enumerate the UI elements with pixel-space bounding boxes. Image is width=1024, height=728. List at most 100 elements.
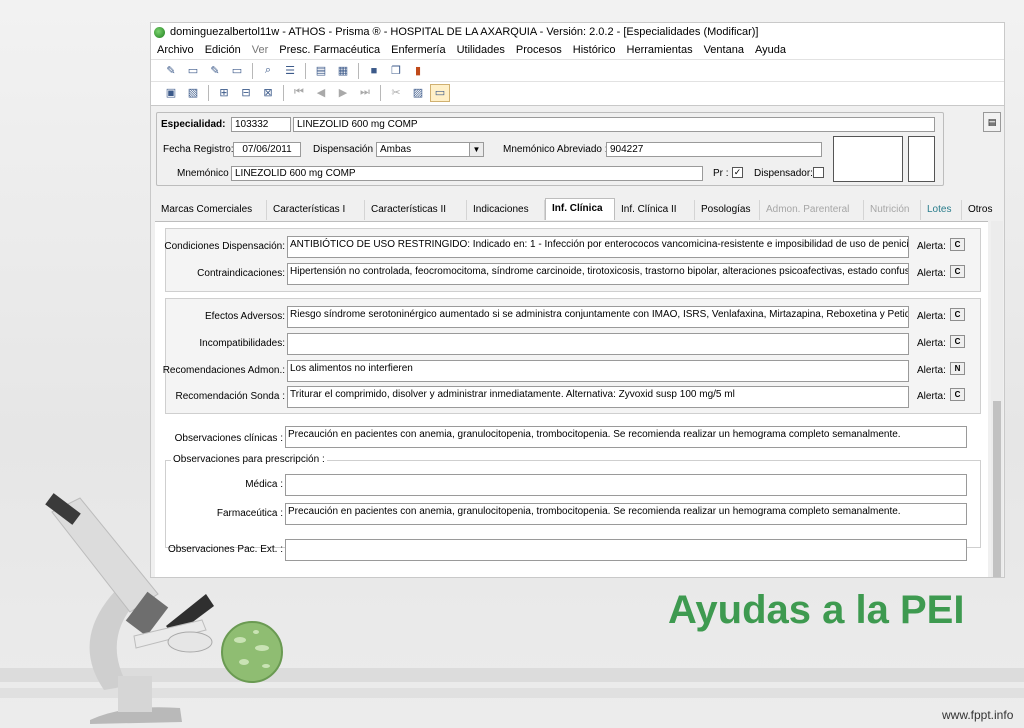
medica-field[interactable] <box>285 474 967 496</box>
folder-icon[interactable]: ▭ <box>430 83 450 102</box>
fecha-registro-field[interactable]: 07/06/2011 <box>233 142 301 157</box>
tools-icon[interactable]: ✂ <box>386 84 406 102</box>
image-icon[interactable]: ▨ <box>408 84 428 102</box>
obs-pac-ext-field[interactable] <box>285 539 967 561</box>
toolbar-separator <box>358 62 359 79</box>
menu-enfermeria[interactable]: Enfermería <box>391 44 445 56</box>
fecha-registro-label: Fecha Registro: <box>163 144 234 155</box>
tab-inf-clinica-ii[interactable]: Inf. Clínica II <box>615 200 695 220</box>
list-icon[interactable]: ☰ <box>280 62 300 80</box>
obs-clinicas-label: Observaciones clínicas : <box>174 433 283 444</box>
alert-button[interactable]: N <box>950 362 965 375</box>
field-label: Condiciones Dispensación: <box>164 241 285 252</box>
tab-caracteristicas-ii[interactable]: Características II <box>365 200 467 220</box>
menu-presc-farmaceutica[interactable]: Presc. Farmacéutica <box>279 44 380 56</box>
preview-icon[interactable]: ▤ <box>311 62 331 80</box>
farmaceutica-field[interactable]: Precaución en pacientes con anemia, gran… <box>285 503 967 525</box>
tab-lotes[interactable]: Lotes <box>921 200 962 220</box>
tab-otros[interactable]: Otros <box>962 200 992 220</box>
efectos-adversos-field[interactable]: Riesgo síndrome serotoninérgico aumentad… <box>287 306 909 328</box>
incompatibilidades-field[interactable] <box>287 333 909 355</box>
tab-caracteristicas-i[interactable]: Características I <box>267 200 365 220</box>
search-icon[interactable]: ⌕ <box>258 62 278 80</box>
tab-marcas-comerciales[interactable]: Marcas Comerciales <box>155 200 267 220</box>
dispensador-label: Dispensador: <box>754 168 813 179</box>
chevron-down-icon[interactable]: ▼ <box>469 143 483 156</box>
alert-button[interactable]: C <box>950 308 965 321</box>
dispensacion-select[interactable]: Ambas ▼ <box>376 142 484 157</box>
grid-icon[interactable]: ▦ <box>333 62 353 80</box>
tab-posologias[interactable]: Posologías <box>695 200 760 220</box>
menu-herramientas[interactable]: Herramientas <box>627 44 693 56</box>
toolbar-bottom: ▣ ▧ ⊞ ⊟ ⊠ ⏮ ◀ ▶ ⏭ ✂ ▨ ▭ <box>151 81 1004 103</box>
open-folder-icon[interactable]: ▭ <box>227 62 247 80</box>
alerta-label: Alerta: <box>917 365 946 376</box>
edit-record-icon[interactable]: ✎ <box>205 62 225 80</box>
footer-url: www.fppt.info <box>942 708 1014 722</box>
delete-row-icon[interactable]: ⊟ <box>236 84 256 102</box>
scrollbar-thumb[interactable] <box>993 401 1001 577</box>
recomendacion-sonda-field[interactable]: Triturar el comprimido, disolver y admin… <box>287 386 909 408</box>
pr-checkbox[interactable]: ✓ <box>732 167 743 178</box>
tab-indicaciones[interactable]: Indicaciones <box>467 200 545 220</box>
last-record-icon[interactable]: ⏭ <box>355 84 375 102</box>
tab-admon-parenteral[interactable]: Admon. Parenteral <box>760 200 864 220</box>
menu-utilidades[interactable]: Utilidades <box>457 44 505 56</box>
menu-archivo[interactable]: Archivo <box>157 44 194 56</box>
insert-row-icon[interactable]: ⊞ <box>214 84 234 102</box>
menu-historico[interactable]: Histórico <box>573 44 616 56</box>
toolbar-separator <box>283 84 284 101</box>
save-icon[interactable]: ▣ <box>161 84 181 102</box>
previous-record-icon[interactable]: ◀ <box>311 84 331 102</box>
contraindicaciones-field[interactable]: Hipertensión no controlada, feocromocito… <box>287 263 909 285</box>
next-record-icon[interactable]: ▶ <box>333 84 353 102</box>
print-icon[interactable]: ■ <box>364 62 384 80</box>
delete-icon[interactable]: ▧ <box>183 84 203 102</box>
menu-edicion[interactable]: Edición <box>205 44 241 56</box>
alert-button[interactable]: C <box>950 238 965 251</box>
obs-prescripcion-title: Observaciones para prescripción : <box>171 454 327 465</box>
mnemonico-field[interactable]: LINEZOLID 600 mg COMP <box>231 166 703 181</box>
especialidad-header: Especialidad: 103332 LINEZOLID 600 mg CO… <box>156 112 944 186</box>
window-title: dominguezalbertol11w - ATHOS - Prisma ® … <box>170 26 759 38</box>
row-tool-icon[interactable]: ⊠ <box>258 84 278 102</box>
dispensacion-value: Ambas <box>380 144 412 155</box>
menu-procesos[interactable]: Procesos <box>516 44 562 56</box>
clipboard-icon[interactable]: ▤ <box>983 112 1001 132</box>
vertical-scrollbar[interactable] <box>991 221 1003 577</box>
alerta-label: Alerta: <box>917 338 946 349</box>
toolbar-separator <box>252 62 253 79</box>
alert-button[interactable]: C <box>950 388 965 401</box>
condiciones-dispensacion-field[interactable]: ANTIBIÓTICO DE USO RESTRINGIDO: Indicado… <box>287 236 909 258</box>
tab-inf-clinica[interactable]: Inf. Clínica <box>545 198 615 220</box>
mnemonico-label: Mnemónico : <box>177 168 235 179</box>
mnemonico-abreviado-field[interactable]: 904227 <box>606 142 822 157</box>
recomendaciones-admon-field[interactable]: Los alimentos no interfieren <box>287 360 909 382</box>
alert-button[interactable]: C <box>950 265 965 278</box>
especialidad-label: Especialidad: <box>161 119 226 130</box>
alert-button[interactable]: C <box>950 335 965 348</box>
open-folder-icon[interactable]: ▭ <box>183 62 203 80</box>
field-label: Contraindicaciones: <box>197 268 285 279</box>
menu-ver[interactable]: Ver <box>252 44 269 56</box>
alerta-label: Alerta: <box>917 391 946 402</box>
microscope-illustration <box>45 493 283 724</box>
menu-ayuda[interactable]: Ayuda <box>755 44 786 56</box>
title-bar: dominguezalbertol11w - ATHOS - Prisma ® … <box>151 23 1004 41</box>
especialidad-code-field[interactable]: 103332 <box>231 117 291 132</box>
exit-door-icon[interactable]: ▮ <box>408 62 428 80</box>
dispensador-checkbox[interactable] <box>813 167 824 178</box>
first-record-icon[interactable]: ⏮ <box>289 84 309 102</box>
tab-nutricion[interactable]: Nutrición <box>864 200 921 220</box>
obs-clinicas-field[interactable]: Precaución en pacientes con anemia, gran… <box>285 426 967 448</box>
microscope-icon <box>45 493 214 724</box>
especialidad-name-field[interactable]: LINEZOLID 600 mg COMP <box>293 117 935 132</box>
field-label: Incompatibilidades: <box>199 338 285 349</box>
mnemonico-abreviado-label: Mnemónico Abreviado : <box>503 144 608 155</box>
new-record-icon[interactable]: ✎ <box>161 62 181 80</box>
menu-ventana[interactable]: Ventana <box>704 44 744 56</box>
image-preview-box-small <box>908 136 935 182</box>
copy-icon[interactable]: ❐ <box>386 62 406 80</box>
field-label: Efectos Adversos: <box>204 311 285 322</box>
alerta-label: Alerta: <box>917 241 946 252</box>
